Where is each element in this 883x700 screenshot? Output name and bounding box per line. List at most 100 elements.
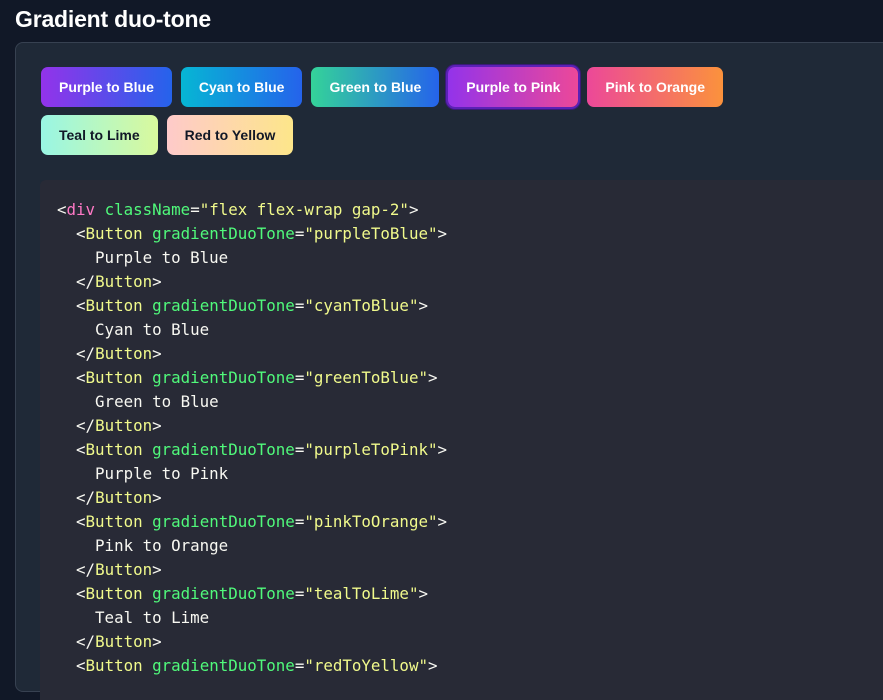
- code-attr: gradientDuoTone: [152, 296, 295, 315]
- code-punct: <: [76, 656, 86, 675]
- code-punct: <: [57, 200, 67, 219]
- code-punct: <: [76, 440, 86, 459]
- code-text: Pink to Orange: [95, 536, 229, 555]
- code-punct: >: [437, 440, 447, 459]
- code-line: Teal to Lime: [57, 608, 209, 627]
- code-line: <div className="flex flex-wrap gap-2">: [57, 200, 418, 219]
- code-line: </Button>: [57, 272, 162, 291]
- code-line: Purple to Pink: [57, 464, 228, 483]
- red-to-yellow-button[interactable]: Red to Yellow: [166, 115, 294, 155]
- code-string: "tealToLime": [304, 584, 419, 603]
- code-punct: =: [294, 368, 305, 387]
- button-group: Purple to Blue Cyan to Blue Green to Blue P…: [41, 67, 841, 155]
- code-punct: >: [437, 512, 447, 531]
- code-component: Button: [85, 512, 143, 531]
- code-line: <Button gradientDuoTone="purpleToPink">: [57, 440, 447, 459]
- code-string: "cyanToBlue": [304, 296, 419, 315]
- code-punct: </: [76, 416, 96, 435]
- code-line: <Button gradientDuoTone="tealToLime">: [57, 584, 428, 603]
- code-punct: =: [294, 584, 305, 603]
- code-component: Button: [95, 416, 153, 435]
- code-text: Purple to Pink: [95, 464, 229, 483]
- code-punct: >: [427, 656, 438, 675]
- code-punct: =: [294, 512, 305, 531]
- code-attr: gradientDuoTone: [152, 368, 295, 387]
- code-component: Button: [85, 224, 143, 243]
- code-text: Purple to Blue: [95, 248, 229, 267]
- code-component: Button: [85, 440, 143, 459]
- code-punct: >: [408, 200, 419, 219]
- code-punct: >: [152, 344, 162, 363]
- teal-to-lime-button[interactable]: Teal to Lime: [41, 115, 158, 155]
- code-punct: </: [76, 488, 96, 507]
- code-line: Pink to Orange: [57, 536, 228, 555]
- code-line: <Button gradientDuoTone="pinkToOrange">: [57, 512, 447, 531]
- code-line: Purple to Blue: [57, 248, 228, 267]
- code-punct: </: [76, 272, 96, 291]
- code-string: "redToYellow": [304, 656, 428, 675]
- code-punct: =: [294, 296, 305, 315]
- code-snippet: <div className="flex flex-wrap gap-2"> <…: [40, 180, 883, 678]
- code-punct: >: [152, 632, 162, 651]
- code-line: <Button gradientDuoTone="greenToBlue">: [57, 368, 437, 387]
- code-punct: =: [190, 200, 200, 219]
- code-string: "purpleToPink": [304, 440, 438, 459]
- code-punct: </: [76, 632, 96, 651]
- code-text: Green to Blue: [95, 392, 219, 411]
- code-attr: gradientDuoTone: [152, 584, 295, 603]
- cyan-to-blue-button[interactable]: Cyan to Blue: [180, 67, 303, 107]
- code-component: Button: [85, 656, 143, 675]
- page-title: Gradient duo-tone: [15, 6, 211, 32]
- pink-to-orange-button[interactable]: Pink to Orange: [587, 67, 723, 107]
- code-punct: <: [76, 584, 86, 603]
- code-text: Teal to Lime: [95, 608, 210, 627]
- code-punct: >: [152, 416, 162, 435]
- example-panel: Purple to Blue Cyan to Blue Green to Blue P…: [15, 42, 883, 700]
- code-punct: <: [76, 368, 86, 387]
- code-line: <Button gradientDuoTone="purpleToBlue">: [57, 224, 447, 243]
- code-punct: >: [152, 272, 162, 291]
- purple-to-pink-button[interactable]: Purple to Pink: [448, 67, 579, 107]
- code-punct: >: [418, 584, 428, 603]
- code-component: Button: [95, 632, 153, 651]
- code-line: <Button gradientDuoTone="cyanToBlue">: [57, 296, 428, 315]
- code-component: Button: [95, 488, 153, 507]
- code-string: "purpleToBlue": [304, 224, 438, 243]
- code-attr: gradientDuoTone: [152, 512, 295, 531]
- code-string: "greenToBlue": [304, 368, 428, 387]
- code-punct: =: [294, 440, 305, 459]
- code-component: Button: [85, 584, 143, 603]
- code-punct: </: [76, 560, 96, 579]
- code-punct: <: [76, 224, 86, 243]
- code-punct: <: [76, 296, 86, 315]
- code-punct: =: [294, 224, 305, 243]
- code-component: Button: [95, 560, 153, 579]
- code-attr: gradientDuoTone: [152, 440, 295, 459]
- code-punct: >: [437, 224, 447, 243]
- green-to-blue-button[interactable]: Green to Blue: [311, 67, 440, 107]
- code-line: </Button>: [57, 632, 162, 651]
- purple-to-blue-button[interactable]: Purple to Blue: [41, 67, 172, 107]
- code-attr: gradientDuoTone: [152, 224, 295, 243]
- code-string: "flex flex-wrap gap-2": [199, 200, 409, 219]
- code-block: <div className="flex flex-wrap gap-2"> <…: [40, 180, 883, 700]
- code-punct: >: [427, 368, 438, 387]
- code-line: </Button>: [57, 560, 162, 579]
- code-component: Button: [85, 368, 143, 387]
- code-line: </Button>: [57, 488, 162, 507]
- code-component: Button: [95, 272, 153, 291]
- code-punct: </: [76, 344, 96, 363]
- code-attr: className: [104, 200, 191, 219]
- code-punct: <: [76, 512, 86, 531]
- code-punct: >: [152, 560, 162, 579]
- code-attr: gradientDuoTone: [152, 656, 295, 675]
- code-punct: >: [152, 488, 162, 507]
- code-string: "pinkToOrange": [304, 512, 438, 531]
- code-component: Button: [85, 296, 143, 315]
- code-line: Cyan to Blue: [57, 320, 209, 339]
- code-punct: >: [418, 296, 428, 315]
- code-line: </Button>: [57, 344, 162, 363]
- code-tag: div: [66, 200, 96, 219]
- code-line: <Button gradientDuoTone="redToYellow">: [57, 656, 437, 675]
- code-component: Button: [95, 344, 153, 363]
